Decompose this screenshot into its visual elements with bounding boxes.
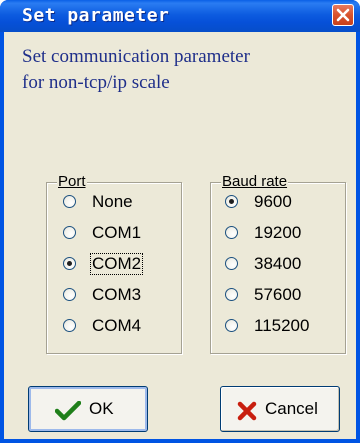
port-radio-com1[interactable] bbox=[63, 226, 76, 239]
baud-rate-option-label: 9600 bbox=[254, 192, 292, 211]
window-title: Set parameter bbox=[22, 5, 170, 26]
port-option-label: COM4 bbox=[92, 316, 142, 335]
port-option-label: COM3 bbox=[92, 285, 142, 304]
close-icon bbox=[336, 8, 350, 22]
title-bar[interactable]: Set parameter bbox=[0, 0, 360, 32]
port-radio-none[interactable] bbox=[63, 195, 76, 208]
cancel-button[interactable]: Cancel bbox=[220, 386, 340, 432]
port-group-label: Port bbox=[57, 174, 87, 190]
baud-rate-group-label-text: Baud rate bbox=[222, 173, 288, 190]
close-button[interactable] bbox=[332, 4, 354, 26]
port-radio-com2[interactable] bbox=[63, 257, 76, 270]
description-line-1: Set communication parameter bbox=[22, 46, 250, 67]
port-option-label: COM2 bbox=[89, 253, 144, 275]
port-option-label: None bbox=[92, 192, 133, 211]
port-radio-com4[interactable] bbox=[63, 319, 76, 332]
checkmark-icon bbox=[55, 401, 81, 421]
ok-button[interactable]: OK bbox=[28, 386, 148, 432]
port-group: Port None COM1 COM2 COM3 COM4 bbox=[46, 174, 182, 354]
ok-button-label: OK bbox=[89, 399, 114, 418]
description-text: Set communication parameter for non-tcp/… bbox=[22, 44, 342, 96]
baud-rate-radio-9600[interactable] bbox=[225, 195, 238, 208]
x-icon bbox=[237, 401, 257, 421]
baud-rate-option-label: 57600 bbox=[254, 285, 302, 304]
cancel-button-label: Cancel bbox=[265, 399, 318, 418]
dialog-window: Set parameter Set communication paramete… bbox=[0, 0, 360, 443]
baud-rate-option-label: 115200 bbox=[254, 316, 310, 335]
baud-rate-radio-57600[interactable] bbox=[225, 288, 238, 301]
port-group-label-text: Port bbox=[58, 173, 86, 190]
baud-rate-radio-115200[interactable] bbox=[225, 319, 238, 332]
baud-rate-option-label: 19200 bbox=[254, 223, 302, 242]
port-radio-com3[interactable] bbox=[63, 288, 76, 301]
description-line-2: for non-tcp/ip scale bbox=[22, 72, 170, 93]
baud-rate-option-label: 38400 bbox=[254, 254, 302, 273]
port-option-label: COM1 bbox=[92, 223, 142, 242]
baud-rate-group: Baud rate 9600 19200 38400 57600 115200 bbox=[210, 174, 346, 354]
baud-rate-group-label: Baud rate bbox=[221, 173, 289, 190]
baud-rate-radio-38400[interactable] bbox=[225, 257, 238, 270]
baud-rate-radio-19200[interactable] bbox=[225, 226, 238, 239]
